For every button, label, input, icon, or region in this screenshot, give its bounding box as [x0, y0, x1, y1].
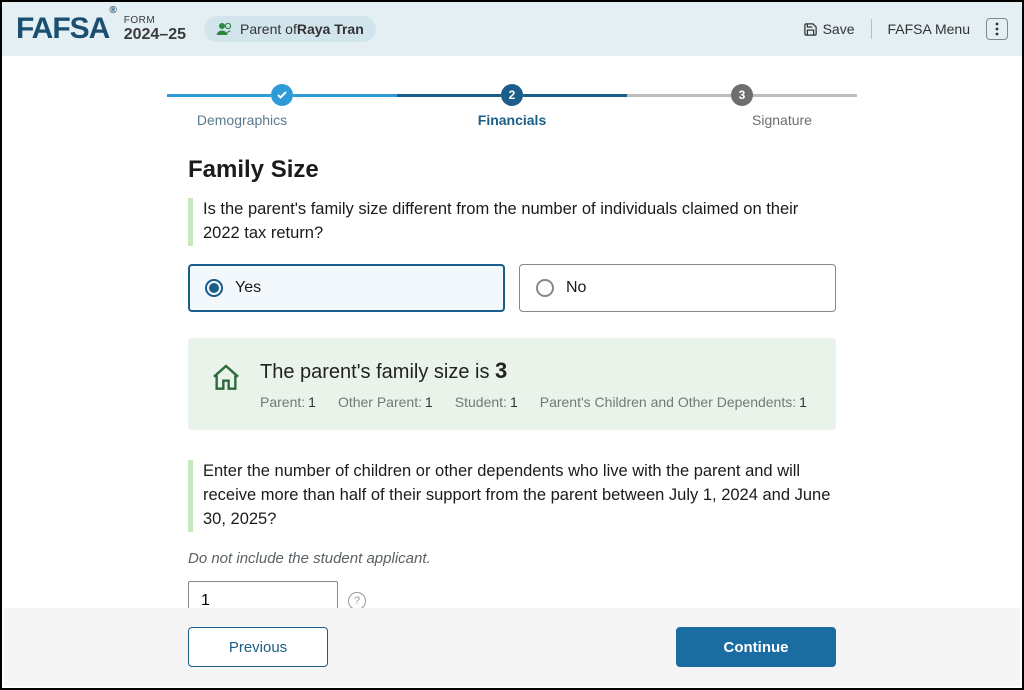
summary-value: 3 [495, 358, 507, 383]
step-label-demographics: Demographics [167, 112, 317, 128]
step-demographics[interactable] [271, 84, 293, 106]
radio-group-family-size-diff: Yes No [188, 264, 836, 312]
question-2-text: Enter the number of children or other de… [203, 460, 836, 532]
kebab-icon [995, 22, 999, 36]
more-menu-button[interactable] [986, 18, 1008, 40]
radio-icon [205, 279, 223, 297]
previous-button[interactable]: Previous [188, 627, 328, 667]
family-breakdown: Parent:1 Other Parent:1 Student:1 Parent… [260, 394, 807, 410]
save-button[interactable]: Save [803, 21, 855, 37]
question-1-text: Is the parent's family size different fr… [203, 198, 836, 246]
step-financials[interactable]: 2 [501, 84, 523, 106]
parent-of-badge[interactable]: Parent of Raya Tran [204, 16, 376, 42]
radio-no[interactable]: No [519, 264, 836, 312]
header-divider [871, 19, 872, 39]
header-left: FAFSA® FORM 2024–25 Parent of Raya Tran [16, 12, 376, 46]
help-icon[interactable]: ? [348, 592, 366, 610]
main-content: Family Size Is the parent's family size … [188, 156, 836, 621]
people-icon [216, 22, 234, 36]
family-size-summary: The parent's family size is 3 [260, 358, 807, 384]
check-icon [276, 89, 288, 101]
student-name: Raya Tran [297, 21, 364, 37]
form-year: 2024–25 [124, 26, 186, 44]
header-right: Save FAFSA Menu [803, 18, 1008, 40]
radio-yes[interactable]: Yes [188, 264, 505, 312]
question-2-block: Enter the number of children or other de… [188, 460, 836, 532]
app-header: FAFSA® FORM 2024–25 Parent of Raya Tran … [2, 2, 1022, 56]
form-label: FORM [124, 15, 186, 26]
continue-button[interactable]: Continue [676, 627, 836, 667]
question-1-block: Is the parent's family size different fr… [188, 198, 836, 246]
radio-icon [536, 279, 554, 297]
page-title: Family Size [188, 156, 836, 184]
summary-prefix: The parent's family size is [260, 361, 495, 383]
form-year-block: FORM 2024–25 [124, 15, 186, 44]
fafsa-logo: FAFSA® [16, 12, 116, 46]
exclusion-note: Do not include the student applicant. [188, 550, 836, 567]
save-label: Save [823, 21, 855, 37]
family-size-summary-card: The parent's family size is 3 Parent:1 O… [188, 338, 836, 430]
save-icon [803, 22, 818, 37]
progress-stepper: 2 3 Demographics Financials Signature [2, 56, 1022, 138]
step-label-signature: Signature [707, 112, 857, 128]
logo-registered: ® [109, 5, 115, 16]
step-label-financials: Financials [437, 112, 587, 128]
footer-actions: Previous Continue [4, 608, 1020, 686]
radio-yes-label: Yes [235, 279, 261, 297]
step-signature[interactable]: 3 [731, 84, 753, 106]
fafsa-menu-link[interactable]: FAFSA Menu [888, 21, 970, 37]
radio-no-label: No [566, 279, 586, 297]
parent-prefix: Parent of [240, 21, 297, 37]
logo-text: FAFSA [16, 12, 109, 45]
house-icon [210, 362, 242, 410]
